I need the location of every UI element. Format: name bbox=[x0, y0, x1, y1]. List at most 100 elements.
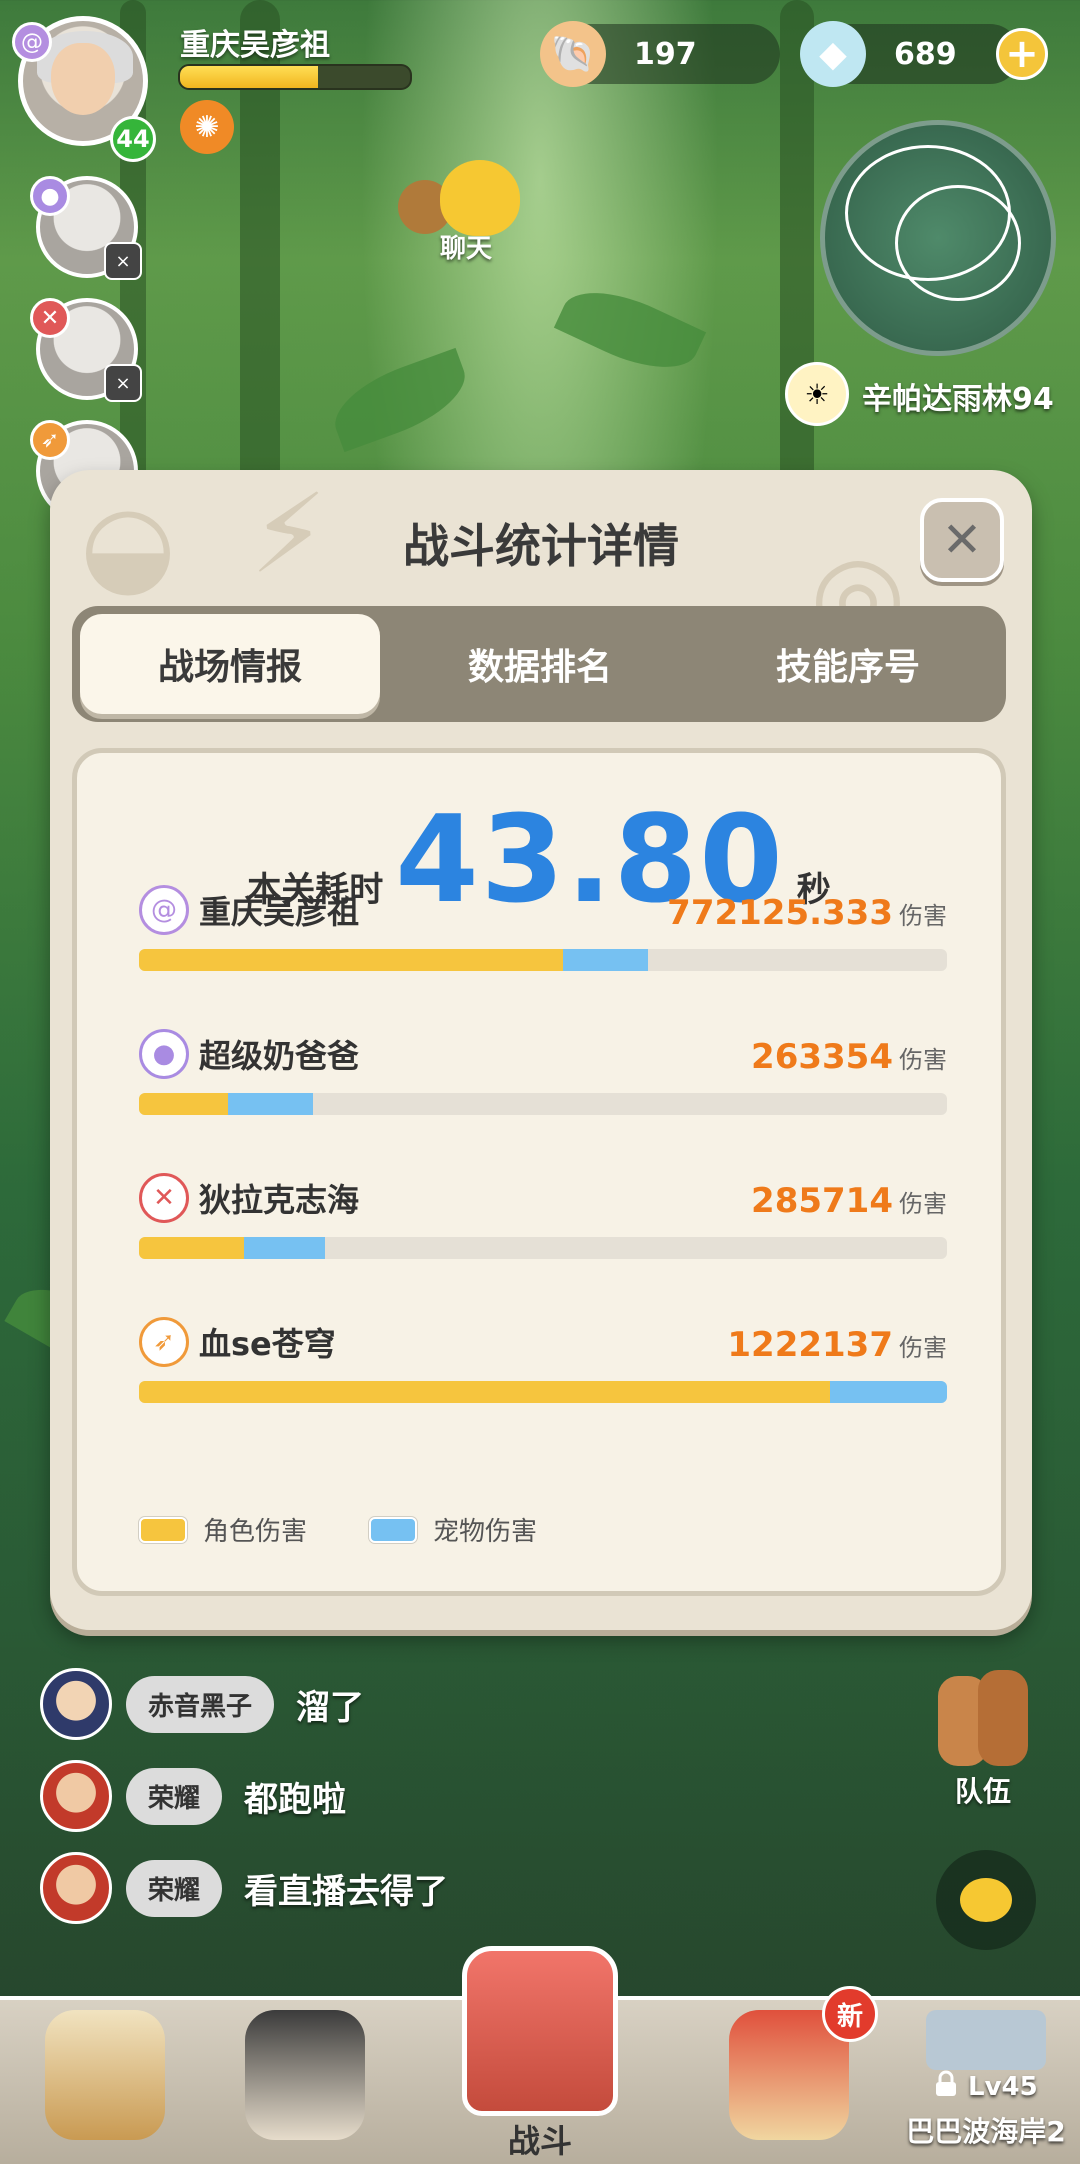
chat-sender-tag[interactable]: 荣耀 bbox=[126, 1767, 223, 1825]
battle-label: 战斗 bbox=[507, 2122, 572, 2160]
close-button[interactable]: ✕ bbox=[920, 498, 1004, 582]
chat-sender-tag[interactable]: 荣耀 bbox=[126, 1859, 223, 1917]
minimap[interactable] bbox=[820, 120, 1056, 356]
voice-off-icon: × bbox=[104, 364, 142, 402]
pet-damage-segment bbox=[829, 1381, 947, 1403]
pet-damage-segment bbox=[563, 949, 649, 971]
pearl-shell-icon: 🐚 bbox=[540, 21, 606, 87]
chat-avatar[interactable] bbox=[40, 1760, 112, 1832]
player-damage-row: ● 超级奶爸爸 263354 伤害 bbox=[139, 1029, 947, 1139]
damage-number: 263354 bbox=[751, 1037, 893, 1077]
nav-item-companion[interactable] bbox=[230, 2010, 380, 2160]
battle-button[interactable]: 战斗 bbox=[448, 1946, 632, 2160]
player-damage-name: 血se苍穹 bbox=[199, 1325, 336, 1363]
spiral-class-icon: @ bbox=[139, 885, 189, 935]
new-badge: 新 bbox=[822, 1986, 878, 2042]
player-damage-row: @ 重庆吴彦祖 772125.333 伤害 bbox=[139, 885, 947, 995]
chat-line: 赤音黑子 溜了 bbox=[40, 1664, 364, 1744]
crossed-swords-class-icon: ✕ bbox=[139, 1173, 189, 1223]
legend-swatch-role bbox=[139, 1516, 187, 1543]
damage-bar bbox=[139, 949, 947, 971]
voice-off-icon: × bbox=[104, 242, 142, 280]
chat-button[interactable] bbox=[936, 1850, 1036, 1950]
gem-currency: ◆ 689 bbox=[800, 21, 1020, 87]
xp-bar bbox=[178, 64, 412, 90]
legend-swatch-pet bbox=[369, 1516, 418, 1543]
legend: 角色伤害 宠物伤害 bbox=[139, 1511, 537, 1548]
damage-unit: 伤害 bbox=[899, 1334, 947, 1362]
location-name: 辛帕达雨林94 bbox=[862, 382, 1054, 417]
emoji-yellow bbox=[440, 160, 520, 236]
gem-count: 689 bbox=[894, 36, 957, 72]
level-badge: 44 bbox=[110, 116, 156, 162]
map-path bbox=[895, 185, 1021, 301]
chat-line: 荣耀 看直播去得了 bbox=[40, 1848, 448, 1928]
player-name: 重庆吴彦祖 bbox=[180, 28, 330, 63]
chat-line: 荣耀 都跑啦 bbox=[40, 1756, 346, 1836]
pet-damage-segment bbox=[227, 1093, 313, 1115]
tab-bar: 战场情报 数据排名 技能序号 bbox=[72, 606, 1006, 722]
legend-label-role: 角色伤害 bbox=[203, 1517, 308, 1547]
totem-mask-icon bbox=[462, 1946, 618, 2116]
locked-map-button[interactable]: Lv45 巴巴波海岸2 bbox=[896, 2010, 1076, 2160]
player-damage-value: 772125.333 伤害 bbox=[667, 893, 947, 933]
battle-stats-panel: ◒ ⚡ ◎ 战斗统计详情 ✕ 战场情报 数据排名 技能序号 本关耗时 43.80… bbox=[50, 470, 1032, 1630]
role-damage-segment bbox=[139, 1381, 830, 1403]
crystal-icon: ◆ bbox=[800, 21, 866, 87]
chat-avatar[interactable] bbox=[40, 1668, 112, 1740]
locked-map-name: 巴巴波海岸2 bbox=[906, 2115, 1066, 2148]
location-pin-icon[interactable]: ☀ bbox=[785, 362, 849, 426]
caveman-portrait-icon bbox=[45, 2010, 165, 2140]
damage-bar bbox=[139, 1381, 947, 1403]
player-damage-row: ✕ 狄拉克志海 285714 伤害 bbox=[139, 1173, 947, 1283]
chat-label[interactable]: 聊天 bbox=[440, 228, 492, 265]
damage-bar-fill bbox=[139, 1093, 947, 1115]
damage-bar bbox=[139, 1237, 947, 1259]
role-damage-segment bbox=[139, 949, 564, 971]
add-currency-button[interactable]: + bbox=[996, 28, 1048, 80]
chat-message: 溜了 bbox=[296, 1687, 365, 1728]
player-damage-name: 超级奶爸爸 bbox=[199, 1037, 360, 1075]
chat-message: 看直播去得了 bbox=[244, 1871, 449, 1912]
avatar-face bbox=[51, 43, 115, 115]
player-damage-value: 1222137 伤害 bbox=[727, 1325, 947, 1365]
spiral-class-icon: @ bbox=[12, 22, 52, 62]
damage-number: 772125.333 bbox=[667, 893, 893, 933]
role-damage-segment bbox=[139, 1093, 228, 1115]
damage-bar-fill bbox=[139, 1381, 947, 1403]
lock-icon bbox=[936, 2070, 956, 2096]
chat-message: 都跑啦 bbox=[244, 1779, 347, 1820]
player-damage-name: 狄拉克志海 bbox=[199, 1181, 360, 1219]
xp-fill bbox=[180, 66, 318, 88]
chat-bubble-icon bbox=[960, 1878, 1012, 1922]
sword-class-icon: ➶ bbox=[139, 1317, 189, 1367]
caveman-icon bbox=[978, 1670, 1028, 1766]
nav-item-character[interactable] bbox=[30, 2010, 180, 2160]
legend-label-pet: 宠物伤害 bbox=[433, 1517, 538, 1547]
stats-content: 本关耗时 43.80 秒 @ 重庆吴彦祖 772125.333 伤害 ● 超级奶爸爸 263… bbox=[72, 748, 1006, 1596]
map-scroll-icon bbox=[926, 2010, 1046, 2070]
player-damage-name: 重庆吴彦祖 bbox=[199, 893, 360, 931]
player-damage-row: ➶ 血se苍穹 1222137 伤害 bbox=[139, 1317, 947, 1427]
tab-data-ranking[interactable]: 数据排名 bbox=[390, 614, 690, 714]
warrior-portrait-icon bbox=[245, 2010, 365, 2140]
buff-icon[interactable]: ✺ bbox=[180, 100, 234, 154]
team-button[interactable]: 队伍 bbox=[928, 1670, 1038, 1808]
damage-bar-fill bbox=[139, 949, 947, 971]
tab-battle-intel[interactable]: 战场情报 bbox=[80, 614, 380, 714]
damage-number: 1222137 bbox=[727, 1325, 893, 1365]
role-damage-segment bbox=[139, 1237, 245, 1259]
team-label: 队伍 bbox=[954, 1775, 1011, 1808]
damage-bar bbox=[139, 1093, 947, 1115]
chat-avatar[interactable] bbox=[40, 1852, 112, 1924]
panel-title: 战斗统计详情 bbox=[403, 519, 679, 573]
orb-class-icon: ● bbox=[139, 1029, 189, 1079]
tab-skill-order[interactable]: 技能序号 bbox=[698, 614, 998, 714]
damage-unit: 伤害 bbox=[899, 1190, 947, 1218]
chat-sender-tag[interactable]: 赤音黑子 bbox=[126, 1675, 275, 1733]
player-damage-value: 285714 伤害 bbox=[751, 1181, 947, 1221]
pearl-currency: 🐚 197 bbox=[540, 21, 780, 87]
damage-number: 285714 bbox=[751, 1181, 893, 1221]
pearl-count: 197 bbox=[634, 36, 697, 72]
damage-bar-fill bbox=[139, 1237, 947, 1259]
